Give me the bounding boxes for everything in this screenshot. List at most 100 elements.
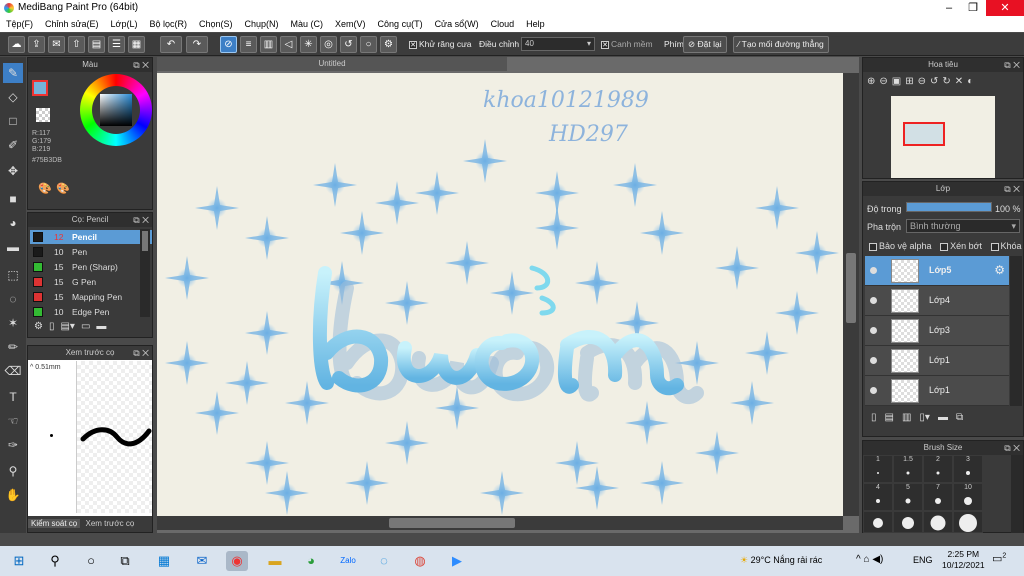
zoom-out-icon[interactable]: ⊖ — [879, 76, 887, 92]
menu-help[interactable]: Help — [526, 19, 545, 29]
menu-select[interactable]: Chọn(S) — [199, 19, 233, 29]
palette-add-icon[interactable]: 🎨 — [56, 182, 70, 195]
add-layer-menu-icon[interactable]: ▯▾ — [919, 412, 930, 430]
ellipse-snap-icon[interactable]: ○ — [360, 36, 377, 53]
dot-tool-icon[interactable]: ✐ — [3, 135, 23, 155]
rotate-left-icon[interactable]: ↺ — [930, 76, 938, 92]
menu-cloud[interactable]: Cloud — [491, 19, 515, 29]
panel-close-icon[interactable]: ⧉ ✕ — [133, 213, 149, 227]
clock[interactable]: 2:25 PM 10/12/2021 — [942, 549, 985, 571]
rotate-right-icon[interactable]: ↻ — [942, 76, 950, 92]
brush-tool-icon[interactable]: ✎ — [3, 63, 23, 83]
visibility-icon[interactable] — [870, 357, 877, 364]
document-tab[interactable]: Untitled — [157, 57, 507, 71]
brush-size-cell[interactable] — [863, 511, 893, 533]
brush-size-cell[interactable]: 1 — [863, 455, 893, 483]
clipping-checkbox[interactable]: Xén bớt — [940, 241, 982, 251]
opacity-slider[interactable] — [906, 202, 992, 212]
upload-icon[interactable]: ⇪ — [28, 36, 45, 53]
lock-checkbox[interactable]: Khóa — [990, 241, 1022, 251]
gradient-tool-icon[interactable]: ▬ — [3, 237, 23, 257]
parallel-snap-icon[interactable]: ≡ — [240, 36, 257, 53]
hand-tool-icon[interactable]: ✋ — [3, 485, 23, 505]
comment-icon[interactable]: ✉ — [48, 36, 65, 53]
search-icon[interactable]: ⚲ — [44, 551, 66, 571]
menu-color[interactable]: Màu (C) — [291, 19, 324, 29]
snap-settings-icon[interactable]: ⚙ — [380, 36, 397, 53]
redo-icon[interactable]: ↷ — [186, 36, 208, 53]
folder-icon[interactable]: ▬ — [938, 412, 948, 430]
brush-item[interactable]: 10 Pen — [30, 245, 152, 259]
rectangle-tool-icon[interactable]: □ — [3, 111, 23, 131]
color-wheel[interactable] — [80, 74, 152, 146]
panel-close-icon[interactable]: ⧉ ✕ — [1004, 182, 1020, 196]
zalo-icon[interactable]: Zalo — [337, 551, 359, 571]
tab-brush-preview[interactable]: Xem trước cọ — [82, 519, 137, 528]
select-rect-tool-icon[interactable]: ⬚ — [3, 265, 23, 285]
shape-fill-tool-icon[interactable]: ■ — [3, 189, 23, 209]
undo-icon[interactable]: ↶ — [160, 36, 182, 53]
windows-start-icon[interactable]: ⊞ — [8, 551, 30, 571]
notification-icon[interactable]: ▭2 — [992, 552, 1006, 565]
transparent-swatch[interactable] — [36, 108, 50, 122]
copy-brush-icon[interactable]: ▭ — [81, 321, 90, 337]
brush-size-cell[interactable]: 3 — [953, 455, 983, 483]
eraser-tool-icon[interactable]: ◇ — [3, 87, 23, 107]
new-halftone-layer-icon[interactable]: ▤ — [885, 412, 894, 430]
panel-close-icon[interactable]: ⧉ ✕ — [1004, 58, 1020, 72]
menu-file[interactable]: Tệp(F) — [6, 19, 33, 29]
mail-icon[interactable]: ✉ — [191, 551, 213, 571]
zoom-in-icon[interactable]: ⊕ — [867, 76, 875, 92]
cortana-icon[interactable]: ○ — [80, 551, 102, 571]
brush-size-cell[interactable]: 7 — [923, 483, 953, 511]
text-tool-icon[interactable]: T — [3, 387, 23, 407]
visibility-icon[interactable] — [870, 267, 877, 274]
brush-item[interactable]: 10 Edge Pen — [30, 305, 152, 319]
maximize-button[interactable]: ❐ — [958, 0, 988, 16]
menu-filter[interactable]: Bộ lọc(R) — [149, 19, 187, 29]
horizontal-scrollbar[interactable] — [157, 516, 843, 530]
operation-tool-icon[interactable]: ☜ — [3, 411, 23, 431]
layer-row[interactable]: Lớp1 — [865, 346, 1009, 376]
edge-icon[interactable]: ◌ — [373, 551, 395, 571]
saturation-square[interactable] — [100, 94, 132, 126]
adjust-select[interactable]: 40 ▾ — [521, 37, 595, 51]
circle-snap-icon[interactable]: ◎ — [320, 36, 337, 53]
panel-close-icon[interactable]: ⧉ ✕ — [133, 58, 149, 72]
radial-snap-icon[interactable]: ✳ — [300, 36, 317, 53]
menu-layer[interactable]: Lớp(L) — [111, 19, 138, 29]
vertical-scroll-thumb[interactable] — [846, 253, 856, 323]
reset-rotate-icon[interactable]: ✕ — [955, 76, 963, 92]
visibility-icon[interactable] — [870, 297, 877, 304]
menu-window[interactable]: Cửa sổ(W) — [435, 19, 479, 29]
language-indicator[interactable]: ENG — [913, 555, 933, 565]
weather-widget[interactable]: ☀ 29°C Nắng rải rác — [740, 555, 822, 566]
file-explorer-icon[interactable]: ▬ — [264, 551, 286, 571]
duplicate-layer-icon[interactable]: ⧉ — [956, 412, 963, 430]
menu-tools[interactable]: Công cụ(T) — [378, 19, 423, 29]
store-icon[interactable]: ▦ — [153, 551, 175, 571]
brush-item[interactable]: 15 G Pen — [30, 275, 152, 289]
actual-size-icon[interactable]: ⊞ — [905, 76, 913, 92]
horizontal-scroll-thumb[interactable] — [389, 518, 515, 528]
list-icon[interactable]: ☰ — [108, 36, 125, 53]
zoom-icon[interactable]: ⊖ — [918, 76, 926, 92]
layer-row[interactable]: Lớp1 — [865, 376, 1009, 406]
cross-snap-icon[interactable]: ▥ — [260, 36, 277, 53]
visibility-icon[interactable] — [870, 387, 877, 394]
layer-row[interactable]: Lớp4 — [865, 286, 1009, 316]
brush-list-scrollbar[interactable] — [140, 229, 150, 317]
brush-size-cell[interactable] — [893, 511, 923, 533]
palette-icon[interactable]: 🎨 — [38, 182, 52, 195]
brush-size-cell[interactable]: 1.5 — [893, 455, 923, 483]
cloud-icon[interactable]: ☁ — [8, 36, 25, 53]
brush-size-scrollbar[interactable] — [1011, 455, 1023, 533]
add-brush-icon[interactable]: ▤▾ — [60, 321, 74, 337]
brush-item[interactable]: 15 Mapping Pen — [30, 290, 152, 304]
curve-snap-icon[interactable]: ↺ — [340, 36, 357, 53]
menu-edit[interactable]: Chỉnh sửa(E) — [45, 19, 99, 29]
layer-row[interactable]: Lớp3 — [865, 316, 1009, 346]
vertical-scrollbar[interactable] — [843, 73, 859, 516]
brush-settings-icon[interactable]: ⚙ — [34, 321, 43, 337]
select-pen-tool-icon[interactable]: ✏ — [3, 337, 23, 357]
